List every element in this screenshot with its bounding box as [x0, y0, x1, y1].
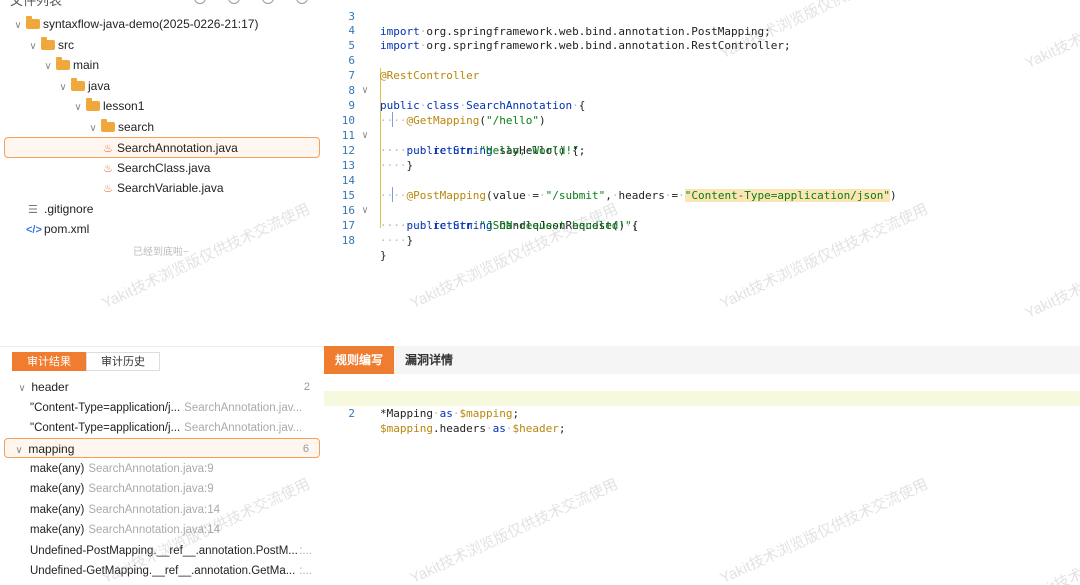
tab-audit-history[interactable]: 审计历史 [86, 352, 160, 371]
folder-add-icon[interactable] [228, 0, 240, 4]
result-item[interactable]: make(any) SearchAnnotation.java:14 [4, 520, 320, 540]
code-line: 6 @RestController [348, 54, 480, 82]
result-item[interactable]: make(any) SearchAnnotation.java:9 [4, 459, 320, 479]
code-line: 4 import·org.springframework.web.bind.an… [348, 24, 791, 52]
tree-item-project[interactable]: ∨ syntaxflow-java-demo(2025-0226-21:17) [4, 14, 320, 35]
file-tree-title: 文件列表 [10, 0, 63, 8]
chevron-down-icon[interactable]: ∨ [42, 56, 54, 77]
java-file-icon: ♨ [103, 183, 113, 195]
code-line: 16 ········return·"JSON·request·handled!… [341, 204, 639, 232]
result-item[interactable]: "Content-Type=application/j... SearchAnno… [4, 398, 320, 418]
tree-item-search[interactable]: ∨ search [4, 117, 320, 138]
code-line: 7 ∨ public·class·SearchAnnotation·{ [348, 69, 586, 112]
info-icon[interactable] [296, 0, 308, 4]
code-line: 17 ····} [341, 219, 414, 247]
file-tree-panel: 文件列表 ∨ syntaxflow-java-demo(2025-0226-21:… [0, 0, 324, 340]
result-item[interactable]: make(any) SearchAnnotation.java:14 [4, 500, 320, 520]
tree-item-searchannotation[interactable]: ♨ SearchAnnotation.java [4, 137, 320, 158]
chevron-down-icon[interactable]: ∨ [27, 36, 39, 57]
chevron-down-icon[interactable]: ∨ [72, 97, 84, 118]
java-file-icon: ♨ [103, 143, 113, 155]
folder-icon [101, 119, 115, 132]
tree-item-src[interactable]: ∨ src [4, 35, 320, 56]
folder-icon [41, 37, 55, 50]
tree-item-gitignore[interactable]: ☰ .gitignore [4, 199, 320, 220]
result-group-header[interactable]: ∨ header 2 [4, 377, 320, 397]
result-item[interactable]: make(any) SearchAnnotation.java:9 [4, 479, 320, 499]
tree-item-searchclass[interactable]: ♨ SearchClass.java [4, 158, 320, 179]
tab-vuln-details[interactable]: 漏洞详情 [394, 346, 464, 374]
result-item[interactable]: Undefined-PostMapping.__ref__.annotation… [4, 541, 320, 561]
chevron-down-icon[interactable]: ∨ [12, 15, 24, 36]
code-line: 12 ····} [341, 144, 414, 172]
java-file-icon: ♨ [103, 163, 113, 175]
add-icon[interactable] [194, 0, 206, 4]
folder-icon [56, 57, 70, 70]
results-tabs: 审计结果 审计历史 [12, 352, 160, 371]
tab-rule-writing[interactable]: 规则编写 [324, 346, 395, 374]
tree-item-lesson1[interactable]: ∨ lesson1 [4, 96, 320, 117]
group-count: 2 [303, 381, 310, 393]
rule-tabs: 规则编写 漏洞详情 [324, 346, 1080, 374]
code-line: 10 ∨ ····public·String·sayHello()·{ [341, 114, 579, 157]
rule-editor-panel: 规则编写 漏洞详情 1 *Mapping·as·$mapping; 2 $map… [324, 346, 1080, 585]
file-tree-toolbar [194, 0, 308, 4]
tree-item-pom[interactable]: </> pom.xml [4, 219, 320, 240]
result-group-mapping[interactable]: ∨ mapping 6 [4, 438, 320, 458]
tree-item-searchvariable[interactable]: ♨ SearchVariable.java [4, 178, 320, 199]
audit-results-panel: 审计结果 审计历史 ∨ header 2 "Content-Type=appli… [0, 346, 324, 585]
chevron-down-icon[interactable]: ∨ [87, 118, 99, 139]
folder-icon [86, 98, 100, 111]
code-line: 15 ∨ ····public·String·handleJsonRequest… [341, 189, 639, 232]
result-item[interactable]: "Content-Type=application/j... SearchAnno… [4, 418, 320, 438]
folder-icon [71, 78, 85, 91]
tab-audit-results[interactable]: 审计结果 [12, 352, 86, 371]
result-item[interactable]: Undefined-GetMapping.__ref__.annotation.… [4, 561, 320, 581]
chevron-down-icon[interactable]: ∨ [13, 441, 25, 457]
code-line: 11 ········return·"Hello,·World!"; [341, 129, 586, 157]
code-line: 18 } [341, 234, 387, 262]
group-count: 6 [302, 443, 309, 455]
rule-line[interactable]: 1 *Mapping·as·$mapping; [324, 376, 1080, 420]
tree-item-main[interactable]: ∨ main [4, 55, 320, 76]
code-line: 8 [348, 84, 355, 97]
xml-file-icon: </> [26, 224, 42, 236]
code-editor[interactable]: 3 import·org.springframework.web.bind.an… [324, 0, 1080, 346]
chevron-down-icon[interactable]: ∨ [16, 379, 28, 397]
end-of-list-text: 已经到底啦~ [133, 247, 189, 258]
code-line: 13 [341, 159, 355, 172]
folder-icon [26, 16, 40, 29]
text-file-icon: ☰ [28, 204, 38, 216]
rule-line[interactable]: 2 $mapping.headers·as·$header; [324, 391, 1080, 435]
code-line: 9 ····@GetMapping("/hello") [348, 99, 546, 127]
code-line: 5 [348, 39, 355, 52]
chevron-down-icon[interactable]: ∨ [57, 77, 69, 98]
tree-item-java[interactable]: ∨ java [4, 76, 320, 97]
refresh-icon[interactable] [262, 0, 274, 4]
code-line: 14 ····@PostMapping(value·=·"/submit",·h… [341, 174, 897, 202]
